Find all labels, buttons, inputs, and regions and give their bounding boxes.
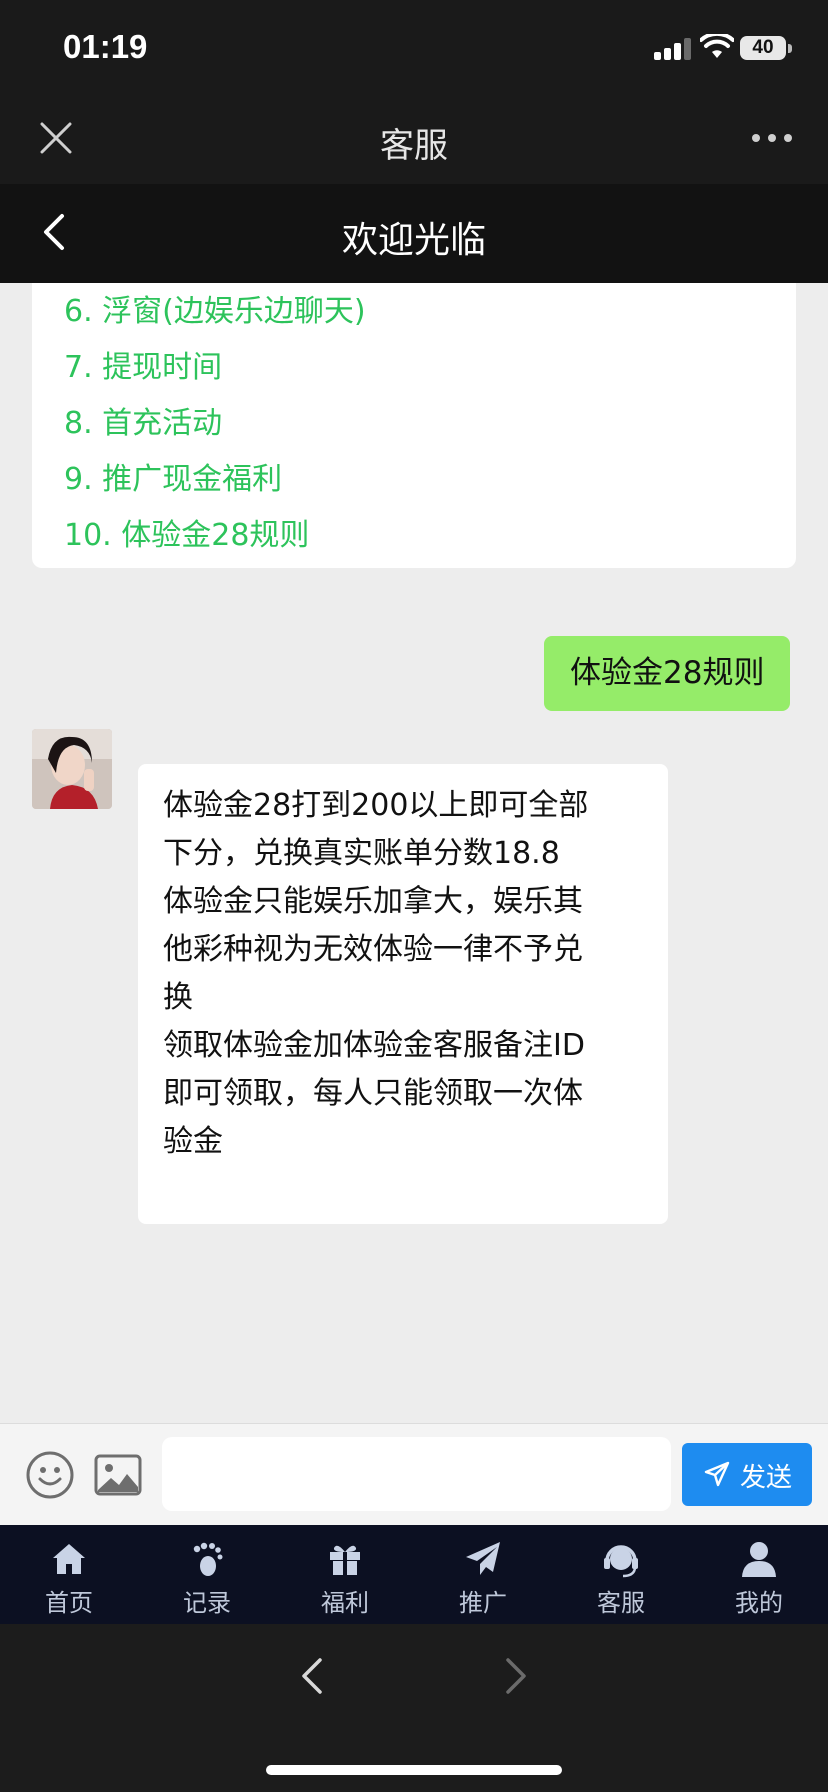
wifi-icon	[700, 34, 734, 58]
tab-records[interactable]: 记录	[138, 1525, 276, 1624]
image-icon[interactable]	[94, 1454, 142, 1496]
paper-plane-icon	[466, 1542, 500, 1575]
menu-item-trial-rules[interactable]: 10. 体验金28规则	[64, 510, 309, 554]
headset-icon	[604, 1545, 638, 1578]
tab-promotion[interactable]: 推广	[414, 1525, 552, 1624]
menu-item-promotion[interactable]: 9. 推广现金福利	[64, 454, 282, 498]
tab-label: 记录	[183, 1589, 231, 1617]
reply-line: 即可领取，每人只能领取一次体	[163, 1076, 583, 1111]
status-time: 01:19	[63, 28, 148, 65]
footprint-icon	[193, 1542, 223, 1576]
home-indicator[interactable]	[266, 1765, 562, 1775]
browser-forward-icon[interactable]	[504, 1656, 528, 1696]
user-message-bubble: 体验金28规则	[544, 636, 791, 711]
reply-line: 下分，兑换真实账单分数18.8	[163, 836, 560, 871]
more-options-icon[interactable]	[752, 130, 792, 146]
reply-line: 验金	[163, 1124, 223, 1159]
reply-line: 他彩种视为无效体验一律不予兑	[163, 932, 583, 967]
message-input[interactable]	[162, 1437, 671, 1511]
webview-title: 客服	[380, 126, 448, 166]
page-title: 欢迎光临	[341, 220, 486, 261]
gift-icon	[330, 1545, 360, 1575]
tab-label: 我的	[735, 1589, 783, 1617]
tab-service[interactable]: 客服	[552, 1525, 690, 1624]
home-icon	[53, 1544, 85, 1574]
menu-card: 6. 浮窗(边娱乐边聊天) 7. 提现时间 8. 首充活动 9. 推广现金福利 …	[32, 283, 796, 568]
chat-area[interactable]: 6. 浮窗(边娱乐边聊天) 7. 提现时间 8. 首充活动 9. 推广现金福利 …	[0, 283, 828, 1423]
browser-back-icon[interactable]	[300, 1656, 324, 1696]
menu-item-first-deposit[interactable]: 8. 首充活动	[64, 398, 222, 442]
tab-home[interactable]: 首页	[0, 1525, 138, 1624]
menu-item-withdraw-time[interactable]: 7. 提现时间	[64, 342, 222, 386]
battery-indicator: 40	[740, 36, 786, 60]
tab-mine[interactable]: 我的	[690, 1525, 828, 1624]
tab-label: 福利	[321, 1589, 369, 1617]
tab-label: 推广	[459, 1589, 507, 1617]
tab-welfare[interactable]: 福利	[276, 1525, 414, 1624]
reply-line: 领取体验金加体验金客服备注ID	[163, 1028, 585, 1063]
tab-bar: 首页 记录 福利 推广 客服 我的	[0, 1525, 828, 1624]
agent-avatar	[32, 729, 112, 809]
menu-item-floating-window[interactable]: 6. 浮窗(边娱乐边聊天)	[64, 286, 366, 330]
reply-line: 换	[163, 980, 193, 1015]
agent-reply-bubble: 体验金28打到200以上即可全部 下分，兑换真实账单分数18.8 体验金只能娱乐…	[138, 764, 668, 1224]
tab-label: 客服	[597, 1589, 645, 1617]
reply-line: 体验金28打到200以上即可全部	[163, 788, 589, 823]
send-button-label: 发送	[740, 1463, 793, 1493]
send-icon	[704, 1461, 730, 1487]
battery-nub	[788, 44, 792, 53]
reply-line: 体验金只能娱乐加拿大，娱乐其	[163, 884, 583, 919]
signal-icon	[654, 38, 692, 60]
emoji-icon[interactable]	[25, 1450, 75, 1500]
send-button[interactable]: 发送	[682, 1443, 812, 1506]
tab-label: 首页	[45, 1589, 93, 1617]
user-icon	[742, 1542, 776, 1577]
